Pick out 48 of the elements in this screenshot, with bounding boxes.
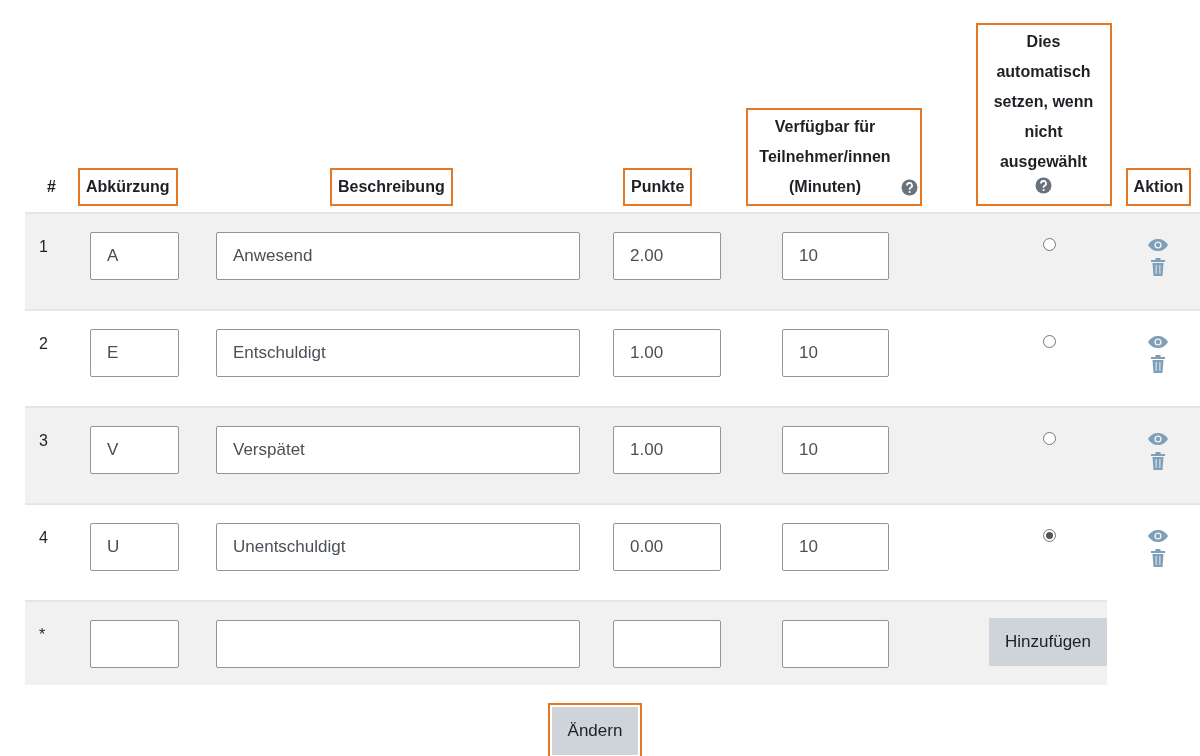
column-header: Punkte (623, 168, 693, 206)
eye-icon[interactable] (1146, 529, 1169, 543)
input-field[interactable]: Unentschuldigt (216, 523, 580, 571)
input-field[interactable]: 1.00 (613, 426, 721, 474)
column-header: Dies automatisch setzen, wenn nicht ausgewählt (993, 33, 1094, 170)
input-field[interactable]: A (90, 232, 179, 280)
eye-icon[interactable] (1146, 335, 1169, 349)
input-field[interactable]: 2.00 (613, 232, 721, 280)
eye-icon[interactable] (1146, 432, 1169, 446)
column-header: # (46, 177, 57, 197)
trash-icon[interactable] (1149, 258, 1166, 276)
eye-icon[interactable] (1146, 238, 1169, 252)
column-header: Aktion (1125, 168, 1192, 206)
input-field[interactable] (782, 620, 889, 668)
trash-icon[interactable] (1149, 549, 1166, 567)
submit-button[interactable]: Ändern (551, 707, 639, 755)
column-header: Verfügbar für Teilnehmer/innen (Minuten) (758, 117, 892, 197)
column-header: Beschreibung (330, 168, 453, 206)
help-icon (901, 179, 918, 196)
row-number: 3 (38, 431, 49, 450)
row-number: 2 (38, 334, 49, 353)
input-field[interactable]: 0.00 (613, 523, 721, 571)
trash-icon[interactable] (1149, 355, 1166, 373)
radio-button[interactable] (1043, 238, 1056, 251)
help-icon (1035, 177, 1052, 194)
input-field[interactable]: U (90, 523, 179, 571)
row-marker: * (38, 625, 47, 644)
input-field[interactable]: Entschuldigt (216, 329, 580, 377)
input-field[interactable]: 10 (782, 523, 889, 571)
input-field[interactable]: V (90, 426, 179, 474)
input-field[interactable]: 10 (782, 329, 889, 377)
radio-button[interactable] (1043, 335, 1056, 348)
input-field[interactable]: 1.00 (613, 329, 721, 377)
row-number: 4 (38, 528, 49, 547)
input-field[interactable]: Verspätet (216, 426, 580, 474)
input-field[interactable]: 10 (782, 232, 889, 280)
add-button[interactable]: Hinzufügen (989, 618, 1107, 666)
input-field[interactable]: Anwesend (216, 232, 580, 280)
radio-button[interactable] (1043, 432, 1056, 445)
input-field[interactable] (216, 620, 580, 668)
input-field[interactable]: 10 (782, 426, 889, 474)
input-field[interactable] (613, 620, 721, 668)
radio-button[interactable] (1043, 529, 1056, 542)
input-field[interactable]: E (90, 329, 179, 377)
trash-icon[interactable] (1149, 452, 1166, 470)
column-header: Abkürzung (78, 168, 178, 206)
row-number: 1 (38, 237, 49, 256)
input-field[interactable] (90, 620, 179, 668)
